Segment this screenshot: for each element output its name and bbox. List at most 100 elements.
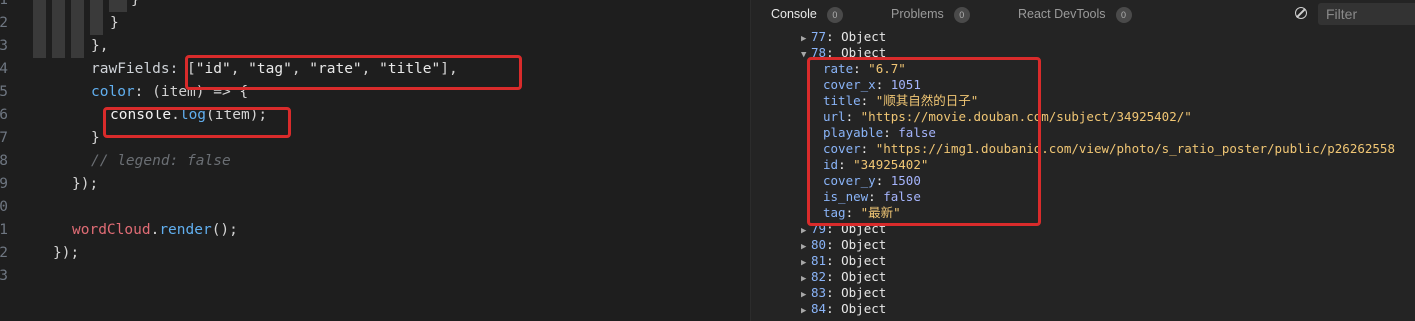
- property-value: false: [898, 125, 936, 140]
- indent-guide: [52, 35, 65, 58]
- console-object-row[interactable]: ▶ 82: Object: [801, 269, 886, 285]
- code-text: }: [131, 0, 140, 12]
- code-token: [: [187, 61, 196, 77]
- code-token: (item): [152, 84, 205, 100]
- indent-guide: [33, 0, 46, 12]
- object-label: Object: [841, 253, 887, 268]
- property-value: "最新": [860, 205, 901, 220]
- line-number: 9: [0, 176, 8, 192]
- console-object-row[interactable]: ▶ 79: Object: [801, 221, 886, 237]
- object-property-row[interactable]: id: "34925402": [823, 157, 928, 173]
- caret-down-icon[interactable]: ▼: [801, 47, 811, 63]
- devtools-panel: Console 0 Problems 0 React DevTools 0 ▶77: …: [751, 0, 1415, 321]
- tab-problems[interactable]: Problems 0: [891, 5, 970, 23]
- object-property-row[interactable]: cover_y: 1500: [823, 173, 921, 189]
- code-token: color: [91, 84, 135, 100]
- property-key: url: [823, 109, 846, 124]
- console-object-row[interactable]: ▶ 77: Object: [801, 29, 886, 45]
- line-number: 6: [0, 107, 8, 123]
- code-token: => {: [204, 84, 249, 100]
- separator: :: [826, 45, 842, 60]
- code-token: }: [110, 15, 119, 31]
- object-label: Object: [841, 45, 887, 60]
- line-number: 3: [0, 268, 8, 284]
- line-number: 5: [0, 84, 8, 100]
- separator: :: [875, 77, 891, 92]
- property-key: cover: [823, 141, 861, 156]
- code-editor[interactable]: 1} 2} 3}, 4 rawFields: ["id", "tag", "rate",…: [0, 0, 750, 321]
- tab-console[interactable]: Console 0: [771, 5, 843, 23]
- console-object-row[interactable]: ▶ 83: Object: [801, 285, 886, 301]
- code-line[interactable]: 4 rawFields: ["id", "tag", "rate", "title…: [0, 58, 750, 81]
- code-line[interactable]: 3},: [0, 35, 750, 58]
- code-line[interactable]: 0: [0, 196, 750, 219]
- tab-react-devtools[interactable]: React DevTools 0: [1018, 5, 1132, 23]
- console-object-row[interactable]: ▶ 84: Object: [801, 301, 886, 317]
- separator: :: [845, 109, 861, 124]
- object-property-row[interactable]: title: "顺其自然的日子": [823, 93, 978, 109]
- console-object-row[interactable]: ▼ 78: Object: [801, 45, 886, 61]
- array-index: 82: [811, 269, 827, 284]
- object-property-row[interactable]: tag: "最新": [823, 205, 901, 221]
- code-line[interactable]: 2});: [0, 242, 750, 265]
- separator: :: [826, 269, 842, 284]
- code-line[interactable]: 1}: [0, 0, 750, 12]
- array-index: 81: [811, 253, 827, 268]
- code-text: }: [110, 12, 119, 35]
- code-line[interactable]: 5 color: (item) => {: [0, 81, 750, 104]
- tab-react-devtools-label: React DevTools: [1018, 7, 1106, 21]
- code-token: wordCloud: [72, 222, 151, 238]
- code-token: console: [110, 107, 172, 123]
- object-property-row[interactable]: url: "https://movie.douban.com/subject/3…: [823, 109, 1192, 125]
- code-token: },: [91, 38, 109, 54]
- caret-right-icon[interactable]: ▶: [801, 303, 811, 319]
- separator: :: [845, 205, 861, 220]
- code-line[interactable]: 2}: [0, 12, 750, 35]
- filter-input[interactable]: [1318, 3, 1415, 25]
- object-label: Object: [841, 285, 887, 300]
- object-property-row[interactable]: playable: false: [823, 125, 936, 141]
- indent-guide: [90, 12, 103, 35]
- code-text: color: (item) => {: [91, 81, 248, 104]
- code-text: });: [72, 173, 98, 196]
- property-key: is_new: [823, 189, 869, 204]
- indent-guide: [33, 35, 46, 58]
- line-number: 1: [0, 222, 8, 238]
- code-token: "title": [379, 61, 441, 77]
- console-object-row[interactable]: ▶ 81: Object: [801, 253, 886, 269]
- indent-guide: [109, 0, 127, 12]
- line-number: 7: [0, 130, 8, 146]
- object-property-row[interactable]: cover_x: 1051: [823, 77, 921, 93]
- code-line[interactable]: 6 console.log(item);: [0, 104, 750, 127]
- array-index: 77: [811, 29, 827, 44]
- indent-guide: [52, 0, 65, 12]
- code-line[interactable]: 3: [0, 265, 750, 288]
- separator: :: [826, 29, 842, 44]
- code-line[interactable]: 1 wordCloud.render();: [0, 219, 750, 242]
- code-line[interactable]: 9});: [0, 173, 750, 196]
- code-token: .: [171, 107, 180, 123]
- line-number: 2: [0, 15, 8, 31]
- object-property-row[interactable]: cover: "https://img1.doubanio.com/view/p…: [823, 141, 1395, 157]
- property-key: cover_y: [823, 173, 876, 188]
- code-line[interactable]: 8 // legend: false: [0, 150, 750, 173]
- code-token: ,: [361, 61, 380, 77]
- clear-console-icon[interactable]: [1295, 7, 1307, 19]
- code-token: (item);: [206, 107, 268, 123]
- code-token: "id": [195, 61, 231, 77]
- property-key: rate: [823, 61, 854, 76]
- object-property-row[interactable]: is_new: false: [823, 189, 921, 205]
- separator: :: [853, 61, 869, 76]
- separator: :: [826, 253, 842, 268]
- object-property-row[interactable]: rate: "6.7": [823, 61, 906, 77]
- console-object-row[interactable]: ▶ 80: Object: [801, 237, 886, 253]
- code-token: }: [91, 130, 100, 146]
- code-text: }: [91, 127, 100, 150]
- separator: :: [826, 221, 842, 236]
- separator: :: [868, 189, 884, 204]
- code-line[interactable]: 7}: [0, 127, 750, 150]
- property-value: "https://img1.doubanio.com/view/photo/s_…: [875, 141, 1395, 156]
- object-label: Object: [841, 269, 887, 284]
- separator: :: [860, 93, 876, 108]
- code-text: // legend: false: [91, 150, 231, 173]
